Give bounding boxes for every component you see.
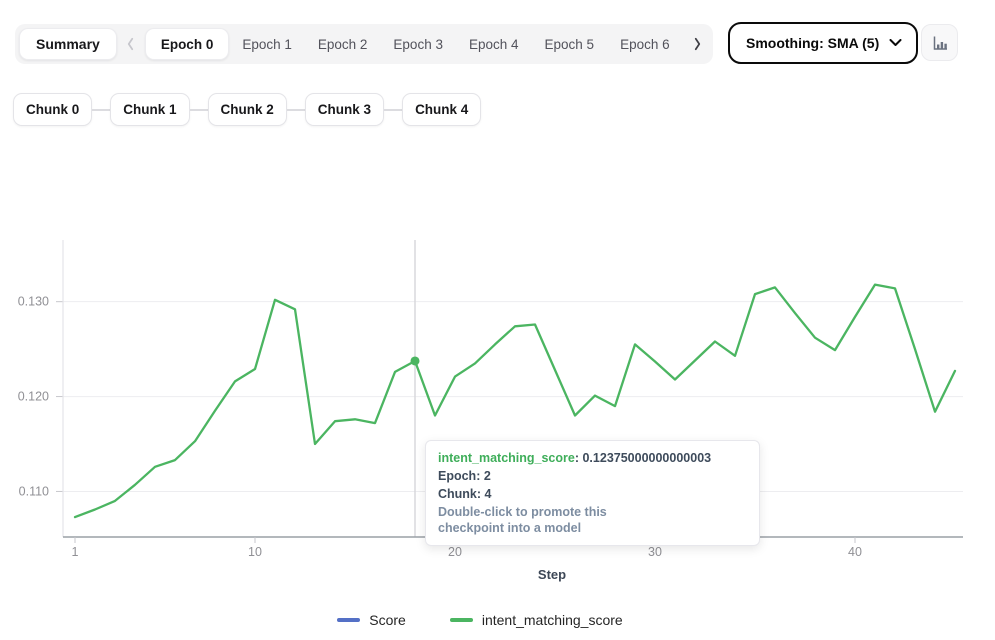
tab-epoch-0[interactable]: Epoch 0 <box>145 28 230 60</box>
epoch-tabstrip: Summary Epoch 0Epoch 1Epoch 2Epoch 3Epoc… <box>15 24 713 64</box>
legend-swatch <box>450 618 473 622</box>
chunk-connector <box>384 109 402 111</box>
tooltip-metric-value: 0.12375000000000003 <box>582 451 711 465</box>
smoothing-dropdown[interactable]: Smoothing: SMA (5) <box>728 22 918 64</box>
checkpoint-metrics-panel: Summary Epoch 0Epoch 1Epoch 2Epoch 3Epoc… <box>0 0 995 640</box>
legend-swatch <box>337 618 360 622</box>
legend-label: Score <box>369 612 406 628</box>
tab-epoch-4[interactable]: Epoch 4 <box>456 28 532 60</box>
tab-chunk-4[interactable]: Chunk 4 <box>402 93 481 126</box>
chunk-tabs: Chunk 0 Chunk 1 Chunk 2 Chunk 3 Chunk 4 <box>13 93 481 126</box>
tab-epoch-5[interactable]: Epoch 5 <box>532 28 608 60</box>
tab-chunk-3[interactable]: Chunk 3 <box>305 93 384 126</box>
svg-text:Step: Step <box>538 567 566 582</box>
tab-epoch-3[interactable]: Epoch 3 <box>380 28 456 60</box>
tab-epoch-2[interactable]: Epoch 2 <box>305 28 381 60</box>
svg-text:30: 30 <box>648 545 662 559</box>
svg-text:1: 1 <box>72 545 79 559</box>
bar-chart-icon <box>931 34 949 52</box>
smoothing-label: Smoothing: SMA (5) <box>746 35 879 51</box>
chart-legend: Score intent_matching_score <box>0 612 960 628</box>
svg-text:0.110: 0.110 <box>19 484 49 498</box>
tab-epoch-1[interactable]: Epoch 1 <box>229 28 305 60</box>
tab-epoch-6[interactable]: Epoch 6 <box>607 28 683 60</box>
tooltip-chunk-line: Chunk: 4 <box>438 486 747 502</box>
svg-text:40: 40 <box>848 545 862 559</box>
tooltip-hint: Double-click to promote this checkpoint … <box>438 504 663 536</box>
legend-label: intent_matching_score <box>482 612 623 628</box>
tab-chunk-0[interactable]: Chunk 0 <box>13 93 92 126</box>
chevron-down-icon <box>889 39 902 47</box>
tooltip-epoch-line: Epoch: 2 <box>438 468 747 484</box>
chunk-connector <box>92 109 110 111</box>
svg-text:10: 10 <box>248 545 262 559</box>
svg-text:20: 20 <box>448 545 462 559</box>
tooltip-metric-line: intent_matching_score: 0.123750000000000… <box>438 450 747 466</box>
chart-type-button[interactable] <box>921 24 958 61</box>
svg-text:0.120: 0.120 <box>18 390 49 404</box>
legend-item-intent_matching_score[interactable]: intent_matching_score <box>450 612 623 628</box>
tab-chunk-1[interactable]: Chunk 1 <box>110 93 189 126</box>
chunk-connector <box>190 109 208 111</box>
chevron-left-icon[interactable] <box>119 28 143 60</box>
chevron-right-icon[interactable] <box>685 28 709 60</box>
epoch-tabs: Epoch 0Epoch 1Epoch 2Epoch 3Epoch 4Epoch… <box>145 24 683 64</box>
chart-tooltip: intent_matching_score: 0.123750000000000… <box>425 440 760 546</box>
tab-chunk-2[interactable]: Chunk 2 <box>208 93 287 126</box>
tab-summary[interactable]: Summary <box>19 28 117 60</box>
svg-text:0.130: 0.130 <box>18 295 49 309</box>
chunk-connector <box>287 109 305 111</box>
legend-item-score[interactable]: Score <box>337 612 406 628</box>
tooltip-metric-name: intent_matching_score <box>438 451 575 465</box>
